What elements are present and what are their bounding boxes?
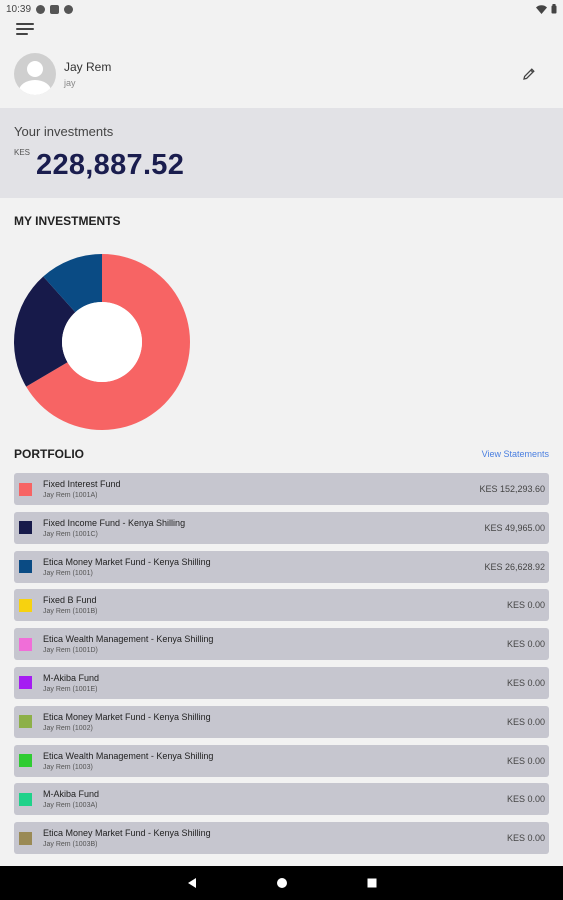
system-nav-bar bbox=[0, 866, 563, 900]
sim-icon bbox=[50, 4, 60, 14]
profile-header: Jay Rem jay bbox=[0, 40, 563, 108]
investments-label: Your investments bbox=[14, 124, 114, 139]
fund-text: Etica Wealth Management - Kenya Shilling… bbox=[43, 634, 213, 654]
fund-value: KES 49,965.00 bbox=[484, 522, 545, 533]
portfolio-row[interactable]: Fixed B Fund Jay Rem (1001B) KES 0.00 bbox=[14, 589, 549, 622]
total-amount: 228,887.52 bbox=[36, 149, 185, 181]
fund-value: KES 0.00 bbox=[506, 600, 545, 611]
currency-label: KES bbox=[14, 148, 31, 157]
wifi-icon bbox=[536, 4, 547, 14]
portfolio-row[interactable]: M-Akiba Fund Jay Rem (1001E) KES 0.00 bbox=[14, 666, 549, 699]
status-left: 10:39 bbox=[6, 3, 74, 15]
fund-color-swatch bbox=[19, 637, 32, 651]
fund-account: Jay Rem (1003B) bbox=[43, 841, 98, 849]
status-right bbox=[536, 4, 557, 14]
notification-icon bbox=[36, 4, 46, 14]
profile-username: jay bbox=[64, 78, 76, 88]
fund-value: KES 0.00 bbox=[506, 639, 545, 650]
fund-account: Jay Rem (1002) bbox=[43, 724, 93, 732]
menu-icon[interactable] bbox=[16, 20, 34, 38]
fund-text: Etica Money Market Fund - Kenya Shilling… bbox=[43, 712, 211, 732]
fund-color-swatch bbox=[19, 598, 32, 612]
fund-text: Fixed Income Fund - Kenya Shilling Jay Re… bbox=[43, 518, 185, 538]
sync-icon bbox=[64, 4, 74, 14]
profile-text: Jay Rem jay bbox=[64, 60, 111, 88]
status-bar: 10:39 bbox=[0, 0, 563, 18]
portfolio-row[interactable]: Etica Money Market Fund - Kenya Shilling… bbox=[14, 550, 549, 583]
fund-name: M-Akiba Fund bbox=[43, 789, 100, 800]
edit-icon[interactable] bbox=[521, 66, 537, 82]
fund-name: Etica Money Market Fund - Kenya Shilling bbox=[43, 556, 211, 567]
fund-account: Jay Rem (1003) bbox=[43, 763, 93, 771]
fund-color-swatch bbox=[19, 792, 32, 806]
status-time: 10:39 bbox=[6, 3, 32, 15]
fund-color-swatch bbox=[19, 482, 32, 496]
back-icon[interactable] bbox=[186, 877, 198, 889]
fund-value: KES 0.00 bbox=[506, 755, 545, 766]
portfolio-row[interactable]: Etica Wealth Management - Kenya Shilling… bbox=[14, 628, 549, 661]
view-statements-link[interactable]: View Statements bbox=[482, 449, 549, 459]
fund-account: Jay Rem (1001) bbox=[43, 569, 93, 577]
my-investments-title: MY INVESTMENTS bbox=[14, 214, 121, 228]
portfolio-header: PORTFOLIO View Statements bbox=[0, 447, 563, 461]
portfolio-row[interactable]: Etica Wealth Management - Kenya Shilling… bbox=[14, 744, 549, 777]
fund-color-swatch bbox=[19, 676, 32, 690]
fund-account: Jay Rem (1001B) bbox=[43, 608, 98, 616]
fund-color-swatch bbox=[19, 521, 32, 535]
battery-icon bbox=[551, 4, 557, 14]
fund-color-swatch bbox=[19, 831, 32, 845]
fund-text: M-Akiba Fund Jay Rem (1001E) bbox=[43, 673, 99, 693]
fund-value: KES 26,628.92 bbox=[484, 561, 545, 572]
fund-name: M-Akiba Fund bbox=[43, 672, 100, 683]
fund-name: Etica Wealth Management - Kenya Shilling bbox=[43, 634, 214, 645]
portfolio-row[interactable]: Fixed Interest Fund Jay Rem (1001A) KES 15… bbox=[14, 473, 549, 505]
fund-name: Etica Money Market Fund - Kenya Shilling bbox=[43, 711, 211, 722]
fund-account: Jay Rem (1001E) bbox=[43, 685, 98, 693]
fund-text: Etica Money Market Fund - Kenya Shilling… bbox=[43, 557, 211, 577]
portfolio-row[interactable]: Fixed Income Fund - Kenya Shilling Jay Re… bbox=[14, 511, 549, 544]
fund-name: Etica Wealth Management - Kenya Shilling bbox=[43, 750, 214, 761]
donut-hole bbox=[62, 302, 142, 382]
fund-name: Fixed Interest Fund bbox=[43, 479, 121, 489]
investments-summary: Your investments KES 228,887.52 bbox=[0, 108, 563, 198]
fund-text: Fixed B Fund Jay Rem (1001B) bbox=[43, 595, 97, 615]
portfolio-title: PORTFOLIO bbox=[14, 447, 84, 461]
fund-color-swatch bbox=[19, 754, 32, 768]
fund-color-swatch bbox=[19, 715, 32, 729]
portfolio-row[interactable]: Etica Money Market Fund - Kenya Shilling… bbox=[14, 822, 549, 855]
portfolio-list: Fixed Interest Fund Jay Rem (1001A) KES 15… bbox=[0, 473, 563, 855]
fund-account: Jay Rem (1001D) bbox=[43, 647, 98, 655]
fund-value: KES 152,293.60 bbox=[479, 484, 545, 494]
fund-name: Etica Money Market Fund - Kenya Shilling bbox=[43, 828, 211, 839]
fund-text: Fixed Interest Fund Jay Rem (1001A) bbox=[43, 479, 121, 499]
portfolio-row[interactable]: Etica Money Market Fund - Kenya Shilling… bbox=[14, 705, 549, 738]
avatar bbox=[14, 53, 56, 95]
fund-text: Etica Wealth Management - Kenya Shilling… bbox=[43, 751, 213, 771]
recents-icon[interactable] bbox=[366, 877, 378, 889]
fund-text: Etica Money Market Fund - Kenya Shilling… bbox=[43, 828, 211, 848]
fund-account: Jay Rem (1003A) bbox=[43, 802, 98, 810]
fund-name: Fixed Income Fund - Kenya Shilling bbox=[43, 517, 186, 528]
balance-row: KES 228,887.52 bbox=[14, 143, 549, 182]
fund-value: KES 0.00 bbox=[506, 833, 545, 844]
fund-account: Jay Rem (1001C) bbox=[43, 530, 98, 538]
fund-value: KES 0.00 bbox=[506, 794, 545, 805]
fund-color-swatch bbox=[19, 560, 32, 574]
app-bar bbox=[0, 18, 563, 40]
profile-name: Jay Rem bbox=[64, 60, 112, 74]
fund-text: M-Akiba Fund Jay Rem (1003A) bbox=[43, 789, 99, 809]
fund-value: KES 0.00 bbox=[506, 716, 545, 727]
fund-account: Jay Rem (1001A) bbox=[43, 492, 98, 499]
portfolio-row[interactable]: M-Akiba Fund Jay Rem (1003A) KES 0.00 bbox=[14, 783, 549, 816]
home-icon[interactable] bbox=[276, 877, 288, 889]
investments-donut-chart bbox=[13, 254, 190, 430]
fund-name: Fixed B Fund bbox=[43, 595, 97, 606]
fund-value: KES 0.00 bbox=[506, 677, 545, 688]
